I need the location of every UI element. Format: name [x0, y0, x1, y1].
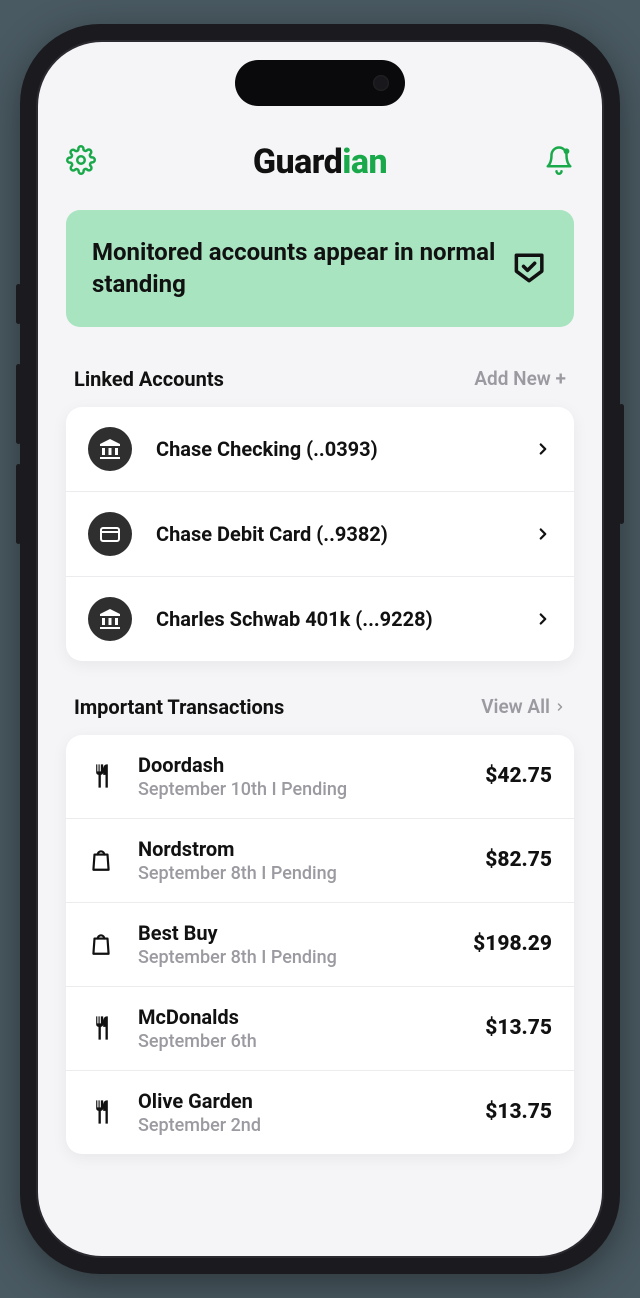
- top-bar: Guardian: [66, 142, 574, 182]
- transaction-name: Doordash: [138, 753, 485, 777]
- food-icon: [88, 1098, 124, 1126]
- transaction-row[interactable]: Nordstrom September 8th I Pending $82.75: [66, 819, 574, 903]
- gear-icon: [66, 145, 96, 175]
- app-title: Guardian: [253, 142, 387, 182]
- status-message: Monitored accounts appear in normal stan…: [92, 236, 510, 301]
- chevron-right-icon: [534, 440, 552, 458]
- shield-check-icon: [510, 245, 548, 291]
- transaction-row[interactable]: Doordash September 10th I Pending $42.75: [66, 735, 574, 819]
- transaction-name: Olive Garden: [138, 1089, 485, 1113]
- phone-side-button: [16, 284, 21, 324]
- transaction-sub: September 8th I Pending: [138, 863, 485, 884]
- transaction-row[interactable]: Olive Garden September 2nd $13.75: [66, 1071, 574, 1154]
- transaction-name: Best Buy: [138, 921, 473, 945]
- account-row[interactable]: Charles Schwab 401k (...9228): [66, 577, 574, 661]
- transaction-amount: $42.75: [485, 764, 552, 788]
- account-label: Charles Schwab 401k (...9228): [156, 607, 534, 631]
- phone-frame: Guardian Monitored accounts appear in no…: [20, 24, 620, 1274]
- brand-part1: Guard: [253, 142, 342, 182]
- chevron-right-icon: [534, 525, 552, 543]
- view-all-button[interactable]: View All: [481, 695, 566, 718]
- transaction-amount: $82.75: [485, 848, 552, 872]
- bag-icon: [88, 847, 124, 873]
- bag-icon: [88, 931, 124, 957]
- add-account-button[interactable]: Add New +: [474, 367, 566, 390]
- transactions-title: Important Transactions: [74, 695, 284, 719]
- chevron-right-icon: [554, 701, 566, 713]
- food-icon: [88, 762, 124, 790]
- transaction-amount: $13.75: [485, 1016, 552, 1040]
- phone-side-button: [619, 404, 624, 524]
- phone-side-button: [16, 364, 21, 444]
- card-icon: [88, 512, 132, 556]
- account-label: Chase Debit Card (..9382): [156, 522, 534, 546]
- screen: Guardian Monitored accounts appear in no…: [36, 40, 604, 1258]
- transaction-sub: September 10th I Pending: [138, 779, 485, 800]
- transaction-sub: September 6th: [138, 1031, 485, 1052]
- brand-part2: ian: [342, 142, 387, 182]
- transactions-header: Important Transactions View All: [66, 695, 574, 719]
- transaction-sub: September 8th I Pending: [138, 947, 473, 968]
- bell-icon: [544, 145, 574, 175]
- chevron-right-icon: [534, 610, 552, 628]
- status-banner: Monitored accounts appear in normal stan…: [66, 210, 574, 327]
- account-row[interactable]: Chase Debit Card (..9382): [66, 492, 574, 577]
- transaction-name: Nordstrom: [138, 837, 485, 861]
- transactions-list: Doordash September 10th I Pending $42.75…: [66, 735, 574, 1154]
- settings-button[interactable]: [66, 145, 96, 179]
- transaction-name: McDonalds: [138, 1005, 485, 1029]
- transaction-amount: $198.29: [473, 932, 552, 956]
- transaction-row[interactable]: Best Buy September 8th I Pending $198.29: [66, 903, 574, 987]
- camera-icon: [373, 75, 389, 91]
- account-row[interactable]: Chase Checking (..0393): [66, 407, 574, 492]
- account-label: Chase Checking (..0393): [156, 437, 534, 461]
- phone-side-button: [16, 464, 21, 544]
- dynamic-island: [235, 60, 405, 106]
- linked-accounts-list: Chase Checking (..0393) Chase Debit Card…: [66, 407, 574, 661]
- linked-accounts-header: Linked Accounts Add New +: [66, 367, 574, 391]
- transaction-row[interactable]: McDonalds September 6th $13.75: [66, 987, 574, 1071]
- food-icon: [88, 1014, 124, 1042]
- notifications-button[interactable]: [544, 145, 574, 179]
- bank-icon: [88, 597, 132, 641]
- transaction-amount: $13.75: [485, 1100, 552, 1124]
- transaction-sub: September 2nd: [138, 1115, 485, 1136]
- bank-icon: [88, 427, 132, 471]
- linked-accounts-title: Linked Accounts: [74, 367, 224, 391]
- view-all-label: View All: [481, 695, 550, 718]
